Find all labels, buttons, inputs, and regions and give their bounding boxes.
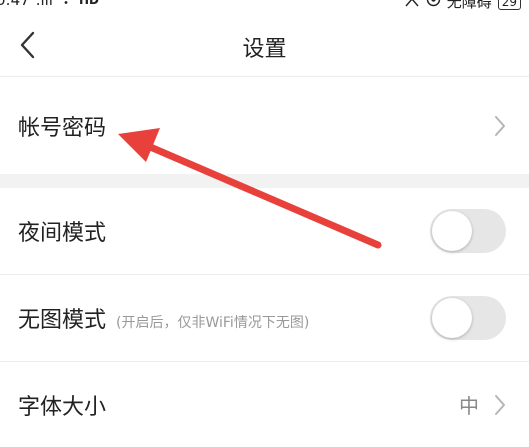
network-type: HD — [78, 0, 99, 7]
chevron-right-icon — [495, 115, 505, 136]
row-label-font-size: 字体大小 — [18, 394, 107, 420]
status-time: 0:47 — [0, 0, 30, 9]
status-left: 0:47 .ıll HD — [0, 0, 99, 9]
wifi-icon — [59, 0, 73, 9]
nav-bar: 设置 — [0, 14, 529, 77]
accessibility-icon — [404, 0, 420, 11]
signal-icon: .ıll — [35, 0, 53, 9]
status-mode: 无障碍 — [446, 0, 492, 11]
row-label-account-password: 帐号密码 — [18, 115, 107, 141]
status-right: 无障碍 29 — [404, 0, 521, 12]
toggle-knob — [432, 298, 472, 338]
row-label-night-mode: 夜间模式 — [18, 221, 107, 246]
no-image-mode-label: 无图模式 — [18, 308, 107, 333]
page-title: 设置 — [242, 37, 287, 62]
settings-row-account-password[interactable]: 帐号密码 — [0, 77, 529, 174]
settings-screen: 0:47 .ıll HD 无障碍 29 设置 帐号密码 夜间模式 无图模式 (开… — [0, 0, 529, 447]
section-separator — [0, 174, 529, 188]
status-bar: 0:47 .ıll HD 无障碍 29 — [0, 0, 529, 13]
settings-row-font-size[interactable]: 字体大小 中 — [0, 362, 529, 447]
settings-row-no-image-mode: 无图模式 (开启后，仅非WiFi情况下无图) — [0, 275, 529, 361]
row-label-no-image-mode: 无图模式 (开启后，仅非WiFi情况下无图) — [18, 302, 309, 334]
location-icon — [426, 0, 441, 11]
battery-icon: 29 — [497, 0, 521, 10]
chevron-right-icon — [495, 394, 505, 415]
no-image-mode-toggle[interactable] — [430, 296, 506, 340]
no-image-mode-hint: (开启后，仅非WiFi情况下无图) — [116, 315, 310, 331]
settings-row-night-mode: 夜间模式 — [0, 188, 529, 274]
toggle-knob — [432, 211, 472, 251]
night-mode-toggle[interactable] — [430, 209, 506, 253]
font-size-value: 中 — [459, 394, 479, 418]
